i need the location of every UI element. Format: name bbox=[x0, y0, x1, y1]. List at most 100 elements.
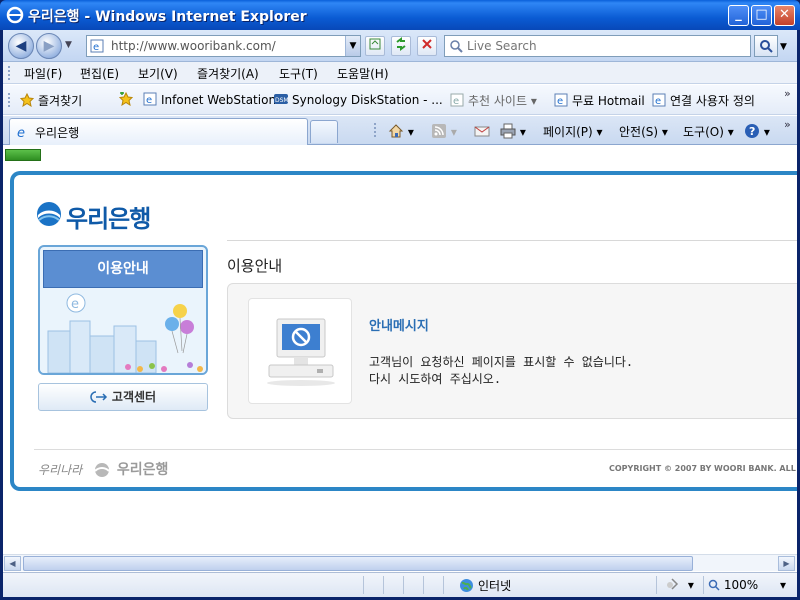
ie-page-icon: e bbox=[554, 93, 568, 107]
menu-help[interactable]: 도움말(H) bbox=[337, 65, 389, 82]
grip-icon bbox=[374, 123, 376, 140]
menu-edit[interactable]: 편집(E) bbox=[80, 65, 119, 82]
feeds-button[interactable]: ▾ bbox=[431, 123, 457, 139]
help-button[interactable]: ? ▾ bbox=[744, 123, 770, 139]
tab-label: 우리은행 bbox=[35, 126, 80, 140]
favorites-button[interactable]: 즐겨찾기 bbox=[20, 92, 82, 109]
message-text-line2: 다시 시도하여 주십시오. bbox=[369, 372, 502, 386]
search-input[interactable] bbox=[467, 38, 737, 54]
more-commands-chevron-icon[interactable]: » bbox=[784, 118, 791, 131]
mail-icon bbox=[474, 126, 490, 137]
minimize-button[interactable]: _ bbox=[728, 5, 749, 26]
protected-mode-button[interactable]: ▾ bbox=[665, 577, 694, 592]
status-separator bbox=[443, 576, 444, 594]
tools-menu[interactable]: 도구(O) ▾ bbox=[683, 123, 734, 140]
menu-tools[interactable]: 도구(T) bbox=[279, 65, 318, 82]
maximize-button[interactable]: □ bbox=[751, 5, 772, 26]
footer-divider bbox=[34, 449, 797, 450]
menu-favorites[interactable]: 즐겨찾기(A) bbox=[197, 65, 259, 82]
recent-pages-dropdown[interactable]: ▼ bbox=[65, 40, 72, 50]
zoom-level: 100% bbox=[723, 578, 759, 592]
rss-icon bbox=[432, 124, 446, 138]
horizontal-scrollbar[interactable]: ◀ ▶ bbox=[3, 554, 797, 571]
address-bar[interactable]: e http://www.wooribank.com/ ▼ bbox=[86, 35, 361, 57]
favorites-label: 즐겨찾기 bbox=[38, 94, 83, 108]
tab-active[interactable]: e 우리은행 bbox=[9, 118, 308, 145]
window-title: 우리은행 - Windows Internet Explorer bbox=[28, 9, 307, 25]
site-frame: 우리은행 이용안내 e 고객센터 이용안내 안내메시지 고객님이 요청하신 페이… bbox=[10, 171, 797, 491]
svg-text:e: e bbox=[93, 42, 99, 53]
security-zone[interactable]: 인터넷 bbox=[459, 577, 511, 594]
footer-slogan: 우리나라 bbox=[38, 463, 83, 477]
popup-blocker-icon bbox=[667, 578, 679, 590]
safety-menu-label: 안전(S) bbox=[619, 125, 659, 139]
compatibility-icon[interactable] bbox=[365, 36, 385, 56]
scroll-right-arrow-icon[interactable]: ▶ bbox=[778, 556, 795, 571]
scrollbar-thumb[interactable] bbox=[23, 556, 693, 571]
side-panel-title: 이용안내 bbox=[43, 250, 203, 288]
toolbar-grip bbox=[8, 93, 11, 107]
dsm-icon: DSM bbox=[274, 94, 288, 104]
add-favorite-button[interactable] bbox=[119, 92, 137, 107]
fav-link-label: 연결 사용자 정의 bbox=[670, 94, 755, 108]
svg-text:e: e bbox=[655, 96, 661, 107]
customer-center-button[interactable]: 고객센터 bbox=[38, 383, 208, 411]
read-mail-button[interactable] bbox=[474, 123, 490, 139]
fav-link-synology[interactable]: DSM Synology DiskStation - ... bbox=[274, 92, 443, 107]
search-button[interactable] bbox=[754, 35, 778, 57]
status-bar: 인터넷 ▾ 100% ▾ bbox=[3, 572, 797, 597]
scroll-left-arrow-icon[interactable]: ◀ bbox=[4, 556, 21, 571]
forward-button[interactable]: ▶ bbox=[36, 33, 62, 59]
search-options-dropdown[interactable]: ▼ bbox=[780, 42, 787, 52]
title-divider bbox=[227, 240, 797, 241]
copyright-text: COPYRIGHT © 2007 BY WOORI BANK. ALL RI bbox=[609, 464, 797, 473]
tab-bar: e 우리은행 ▾ ▾ ▾ 페이지(P) ▾ 안전(S) ▾ 도구(O) ▾ ? … bbox=[3, 116, 797, 145]
new-tab-button[interactable] bbox=[310, 120, 338, 143]
print-button[interactable]: ▾ bbox=[500, 123, 526, 139]
fav-link-hotmail[interactable]: e 무료 Hotmail bbox=[554, 92, 645, 109]
back-button[interactable]: ◀ bbox=[8, 33, 34, 59]
svg-text:e: e bbox=[71, 297, 79, 312]
more-favorites-chevron-icon[interactable]: » bbox=[784, 87, 791, 100]
status-separator bbox=[423, 576, 424, 594]
zoom-control[interactable]: 100% ▾ bbox=[708, 578, 786, 592]
compat-badge-icon[interactable] bbox=[5, 149, 41, 161]
city-illustration-icon: e bbox=[40, 291, 206, 373]
search-icon bbox=[450, 40, 463, 53]
tools-menu-label: 도구(O) bbox=[683, 125, 724, 139]
search-box[interactable] bbox=[444, 35, 751, 57]
menu-bar: 파일(F) 편집(E) 보기(V) 즐겨찾기(A) 도구(T) 도움말(H) bbox=[3, 62, 797, 84]
address-dropdown[interactable]: ▼ bbox=[345, 36, 360, 56]
menu-view[interactable]: 보기(V) bbox=[138, 65, 178, 82]
footer-bank-name: 우리은행 bbox=[116, 462, 169, 478]
menu-file[interactable]: 파일(F) bbox=[24, 65, 62, 82]
zoom-icon bbox=[708, 579, 720, 591]
ie-page-icon: e bbox=[652, 93, 666, 107]
help-icon: ? bbox=[745, 124, 759, 138]
fav-link-suggested[interactable]: e 추천 사이트 ▾ bbox=[450, 92, 537, 109]
exit-arrow-icon bbox=[90, 391, 107, 403]
ie-page-icon: e bbox=[450, 93, 464, 107]
fav-link-label: Infonet WebStation bbox=[161, 93, 277, 107]
toolbar-grip bbox=[8, 66, 11, 80]
printer-icon bbox=[500, 123, 516, 139]
home-icon bbox=[388, 124, 404, 138]
page-menu[interactable]: 페이지(P) ▾ bbox=[543, 123, 603, 140]
fav-link-infonet[interactable]: e Infonet WebStation bbox=[143, 92, 276, 107]
star-icon bbox=[20, 93, 34, 107]
security-zone-label: 인터넷 bbox=[478, 579, 512, 593]
page-content: 우리은행 이용안내 e 고객센터 이용안내 안내메시지 고객님이 요청하신 페이… bbox=[3, 146, 797, 570]
stop-icon[interactable] bbox=[417, 36, 437, 56]
footer-logo: 우리나라 우리은행 bbox=[38, 459, 168, 479]
magnifier-icon bbox=[760, 40, 773, 53]
address-url[interactable]: http://www.wooribank.com/ bbox=[111, 39, 276, 53]
close-window-button[interactable]: ✕ bbox=[774, 5, 795, 26]
svg-text:?: ? bbox=[749, 125, 755, 138]
refresh-icon[interactable] bbox=[391, 36, 411, 56]
message-text-line1: 고객님이 요청하신 페이지를 표시할 수 없습니다. bbox=[369, 355, 634, 369]
fav-link-label: 무료 Hotmail bbox=[572, 94, 645, 108]
home-button[interactable]: ▾ bbox=[388, 123, 414, 139]
fav-link-customize[interactable]: e 연결 사용자 정의 bbox=[652, 92, 755, 109]
svg-text:e: e bbox=[453, 96, 459, 107]
safety-menu[interactable]: 안전(S) ▾ bbox=[619, 123, 668, 140]
